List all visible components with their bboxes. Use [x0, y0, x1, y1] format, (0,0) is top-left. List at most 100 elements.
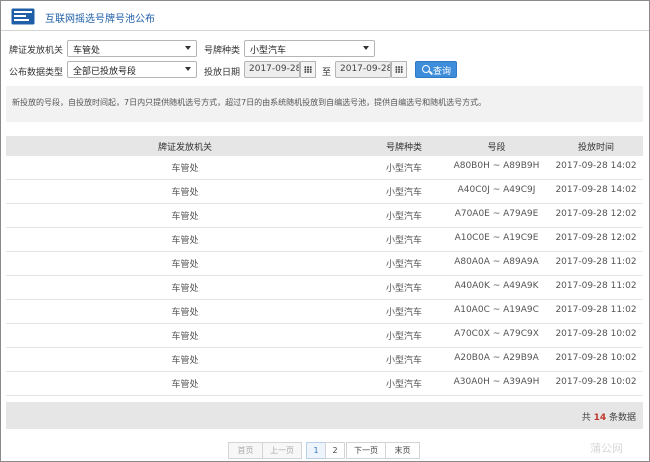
cell-issuer: 车管处 — [171, 260, 199, 270]
watermark: 蒲公网 — [590, 442, 623, 455]
table-row: 车管处 小型汽车 A80A0A ~ A89A9A 2017-09-28 11:02 — [6, 252, 643, 276]
date-label: 投放日期 — [204, 68, 241, 78]
publish-type-label: 公布数据类型 — [9, 68, 64, 78]
cell-issuer: 车管处 — [171, 308, 199, 318]
total-suffix: 条数据 — [608, 413, 636, 423]
table-row: 车管处 小型汽车 A80B0H ~ A89B9H 2017-09-28 14:02 — [6, 156, 643, 180]
monitor-icon — [11, 8, 35, 25]
table-row: 车管处 小型汽车 A20B0A ~ A29B9A 2017-09-28 10:02 — [6, 348, 643, 372]
last-page-button[interactable]: 末页 — [385, 442, 420, 459]
total-count: 共 14 条数据 — [582, 410, 636, 423]
cell-plate-type: 小型汽车 — [385, 212, 422, 222]
plate-pool-table: 牌证发放机关 号牌种类 号段 投放时间 车管处 小型汽车 A80B0H ~ A89B… — [6, 136, 643, 396]
cell-release-time: 2017-09-28 14:02 — [555, 185, 637, 195]
cell-issuer: 车管处 — [171, 332, 199, 342]
cell-issuer: 车管处 — [171, 380, 199, 390]
date-from-picker-button[interactable] — [300, 61, 316, 78]
cell-issuer: 车管处 — [171, 284, 199, 294]
cell-segment: A20B0A ~ A29B9A — [454, 353, 539, 363]
cell-release-time: 2017-09-28 11:02 — [555, 257, 637, 267]
total-number: 14 — [593, 413, 607, 423]
cell-segment: A10C0E ~ A19C9E — [454, 233, 539, 243]
table-row: 车管处 小型汽车 A30A0H ~ A39A9H 2017-09-28 10:02 — [6, 372, 643, 396]
cell-release-time: 2017-09-28 11:02 — [555, 281, 637, 291]
table-row: 车管处 小型汽车 A40A0K ~ A49A9K 2017-09-28 11:02 — [6, 276, 643, 300]
table-row: 车管处 小型汽车 A40C0J ~ A49C9J 2017-09-28 14:02 — [6, 180, 643, 204]
cell-release-time: 2017-09-28 14:02 — [555, 161, 637, 171]
issuer-select-value: 车管处 — [73, 46, 101, 56]
table-row: 车管处 小型汽车 A10C0E ~ A19C9E 2017-09-28 12:02 — [6, 228, 643, 252]
date-from-value: 2017-09-28 — [249, 64, 300, 74]
cell-segment: A30A0H ~ A39A9H — [453, 377, 540, 387]
cell-plate-type: 小型汽车 — [385, 356, 422, 366]
chevron-down-icon — [185, 46, 191, 50]
page-1-button[interactable]: 1 — [306, 442, 326, 459]
date-to-picker-button[interactable] — [391, 61, 407, 78]
cell-segment: A80A0A ~ A89A9A — [454, 257, 539, 267]
cell-release-time: 2017-09-28 10:02 — [555, 377, 637, 387]
column-header-segment: 号段 — [487, 143, 506, 153]
chevron-down-icon — [363, 46, 369, 50]
plate-type-label: 号牌种类 — [204, 46, 241, 56]
cell-segment: A40A0K ~ A49A9K — [454, 281, 539, 291]
issuer-label: 牌证发放机关 — [9, 46, 64, 56]
pagination: 首页 上一页 1 2 下一页 末页 — [228, 442, 420, 459]
cell-issuer: 车管处 — [171, 212, 199, 222]
cell-plate-type: 小型汽车 — [385, 188, 422, 198]
cell-segment: A80B0H ~ A89B9H — [453, 161, 540, 171]
cell-plate-type: 小型汽车 — [385, 380, 422, 390]
notice-box: 新投放的号段，自投放时间起，7日内只提供随机选号方式，超过7日的由系统随机投放到… — [6, 86, 643, 122]
publish-type-select-value: 全部已投放号段 — [73, 67, 137, 77]
cell-release-time: 2017-09-28 10:02 — [555, 329, 637, 339]
plate-type-select-value: 小型汽车 — [250, 46, 287, 56]
cell-release-time: 2017-09-28 12:02 — [555, 209, 637, 219]
cell-plate-type: 小型汽车 — [385, 236, 422, 246]
date-from-input[interactable]: 2017-09-28 — [244, 61, 300, 78]
column-header-release-time: 投放时间 — [577, 143, 614, 153]
table-row: 车管处 小型汽车 A70A0E ~ A79A9E 2017-09-28 12:02 — [6, 204, 643, 228]
cell-plate-type: 小型汽车 — [385, 332, 422, 342]
cell-issuer: 车管处 — [171, 188, 199, 198]
column-header-issuer: 牌证发放机关 — [157, 143, 212, 153]
date-to-value: 2017-09-28 — [340, 64, 391, 74]
cell-issuer: 车管处 — [171, 236, 199, 246]
query-button-label: 查询 — [433, 67, 452, 77]
query-button[interactable]: 查询 — [415, 61, 457, 78]
chevron-down-icon — [185, 67, 191, 71]
page-title: 互联网摇选号牌号池公布 — [45, 14, 155, 25]
page-header: 互联网摇选号牌号池公布 — [1, 1, 649, 31]
date-to-input[interactable]: 2017-09-28 — [335, 61, 391, 78]
search-icon — [422, 65, 430, 73]
table-body: 车管处 小型汽车 A80B0H ~ A89B9H 2017-09-28 14:02 车管… — [6, 156, 643, 396]
cell-release-time: 2017-09-28 10:02 — [555, 353, 637, 363]
cell-release-time: 2017-09-28 11:02 — [555, 305, 637, 315]
cell-release-time: 2017-09-28 12:02 — [555, 233, 637, 243]
issuer-select[interactable]: 车管处 — [67, 40, 197, 57]
next-page-button[interactable]: 下一页 — [346, 442, 386, 459]
calendar-icon — [304, 66, 312, 73]
publish-type-select[interactable]: 全部已投放号段 — [67, 61, 197, 78]
table-row: 车管处 小型汽车 A10A0C ~ A19A9C 2017-09-28 11:02 — [6, 300, 643, 324]
plate-type-select[interactable]: 小型汽车 — [244, 40, 375, 57]
notice-text: 新投放的号段，自投放时间起，7日内只提供随机选号方式，超过7日的由系统随机投放到… — [12, 98, 487, 107]
cell-issuer: 车管处 — [171, 356, 199, 366]
cell-issuer: 车管处 — [171, 164, 199, 174]
table-footer: 共 14 条数据 — [6, 402, 643, 429]
cell-plate-type: 小型汽车 — [385, 260, 422, 270]
cell-segment: A10A0C ~ A19A9C — [454, 305, 539, 315]
calendar-icon — [395, 66, 403, 73]
cell-plate-type: 小型汽车 — [385, 164, 422, 174]
column-header-plate-type: 号牌种类 — [385, 143, 422, 153]
date-separator: 至 — [322, 68, 332, 78]
total-prefix: 共 — [581, 413, 591, 423]
cell-plate-type: 小型汽车 — [385, 284, 422, 294]
cell-segment: A70A0E ~ A79A9E — [454, 209, 539, 219]
page-2-button[interactable]: 2 — [325, 442, 345, 459]
table-row: 车管处 小型汽车 A70C0X ~ A79C9X 2017-09-28 10:02 — [6, 324, 643, 348]
cell-segment: A70C0X ~ A79C9X — [454, 329, 539, 339]
prev-page-button[interactable]: 上一页 — [262, 442, 302, 459]
cell-plate-type: 小型汽车 — [385, 308, 422, 318]
table-header: 牌证发放机关 号牌种类 号段 投放时间 — [6, 136, 643, 156]
cell-segment: A40C0J ~ A49C9J — [457, 185, 536, 195]
first-page-button[interactable]: 首页 — [228, 442, 263, 459]
